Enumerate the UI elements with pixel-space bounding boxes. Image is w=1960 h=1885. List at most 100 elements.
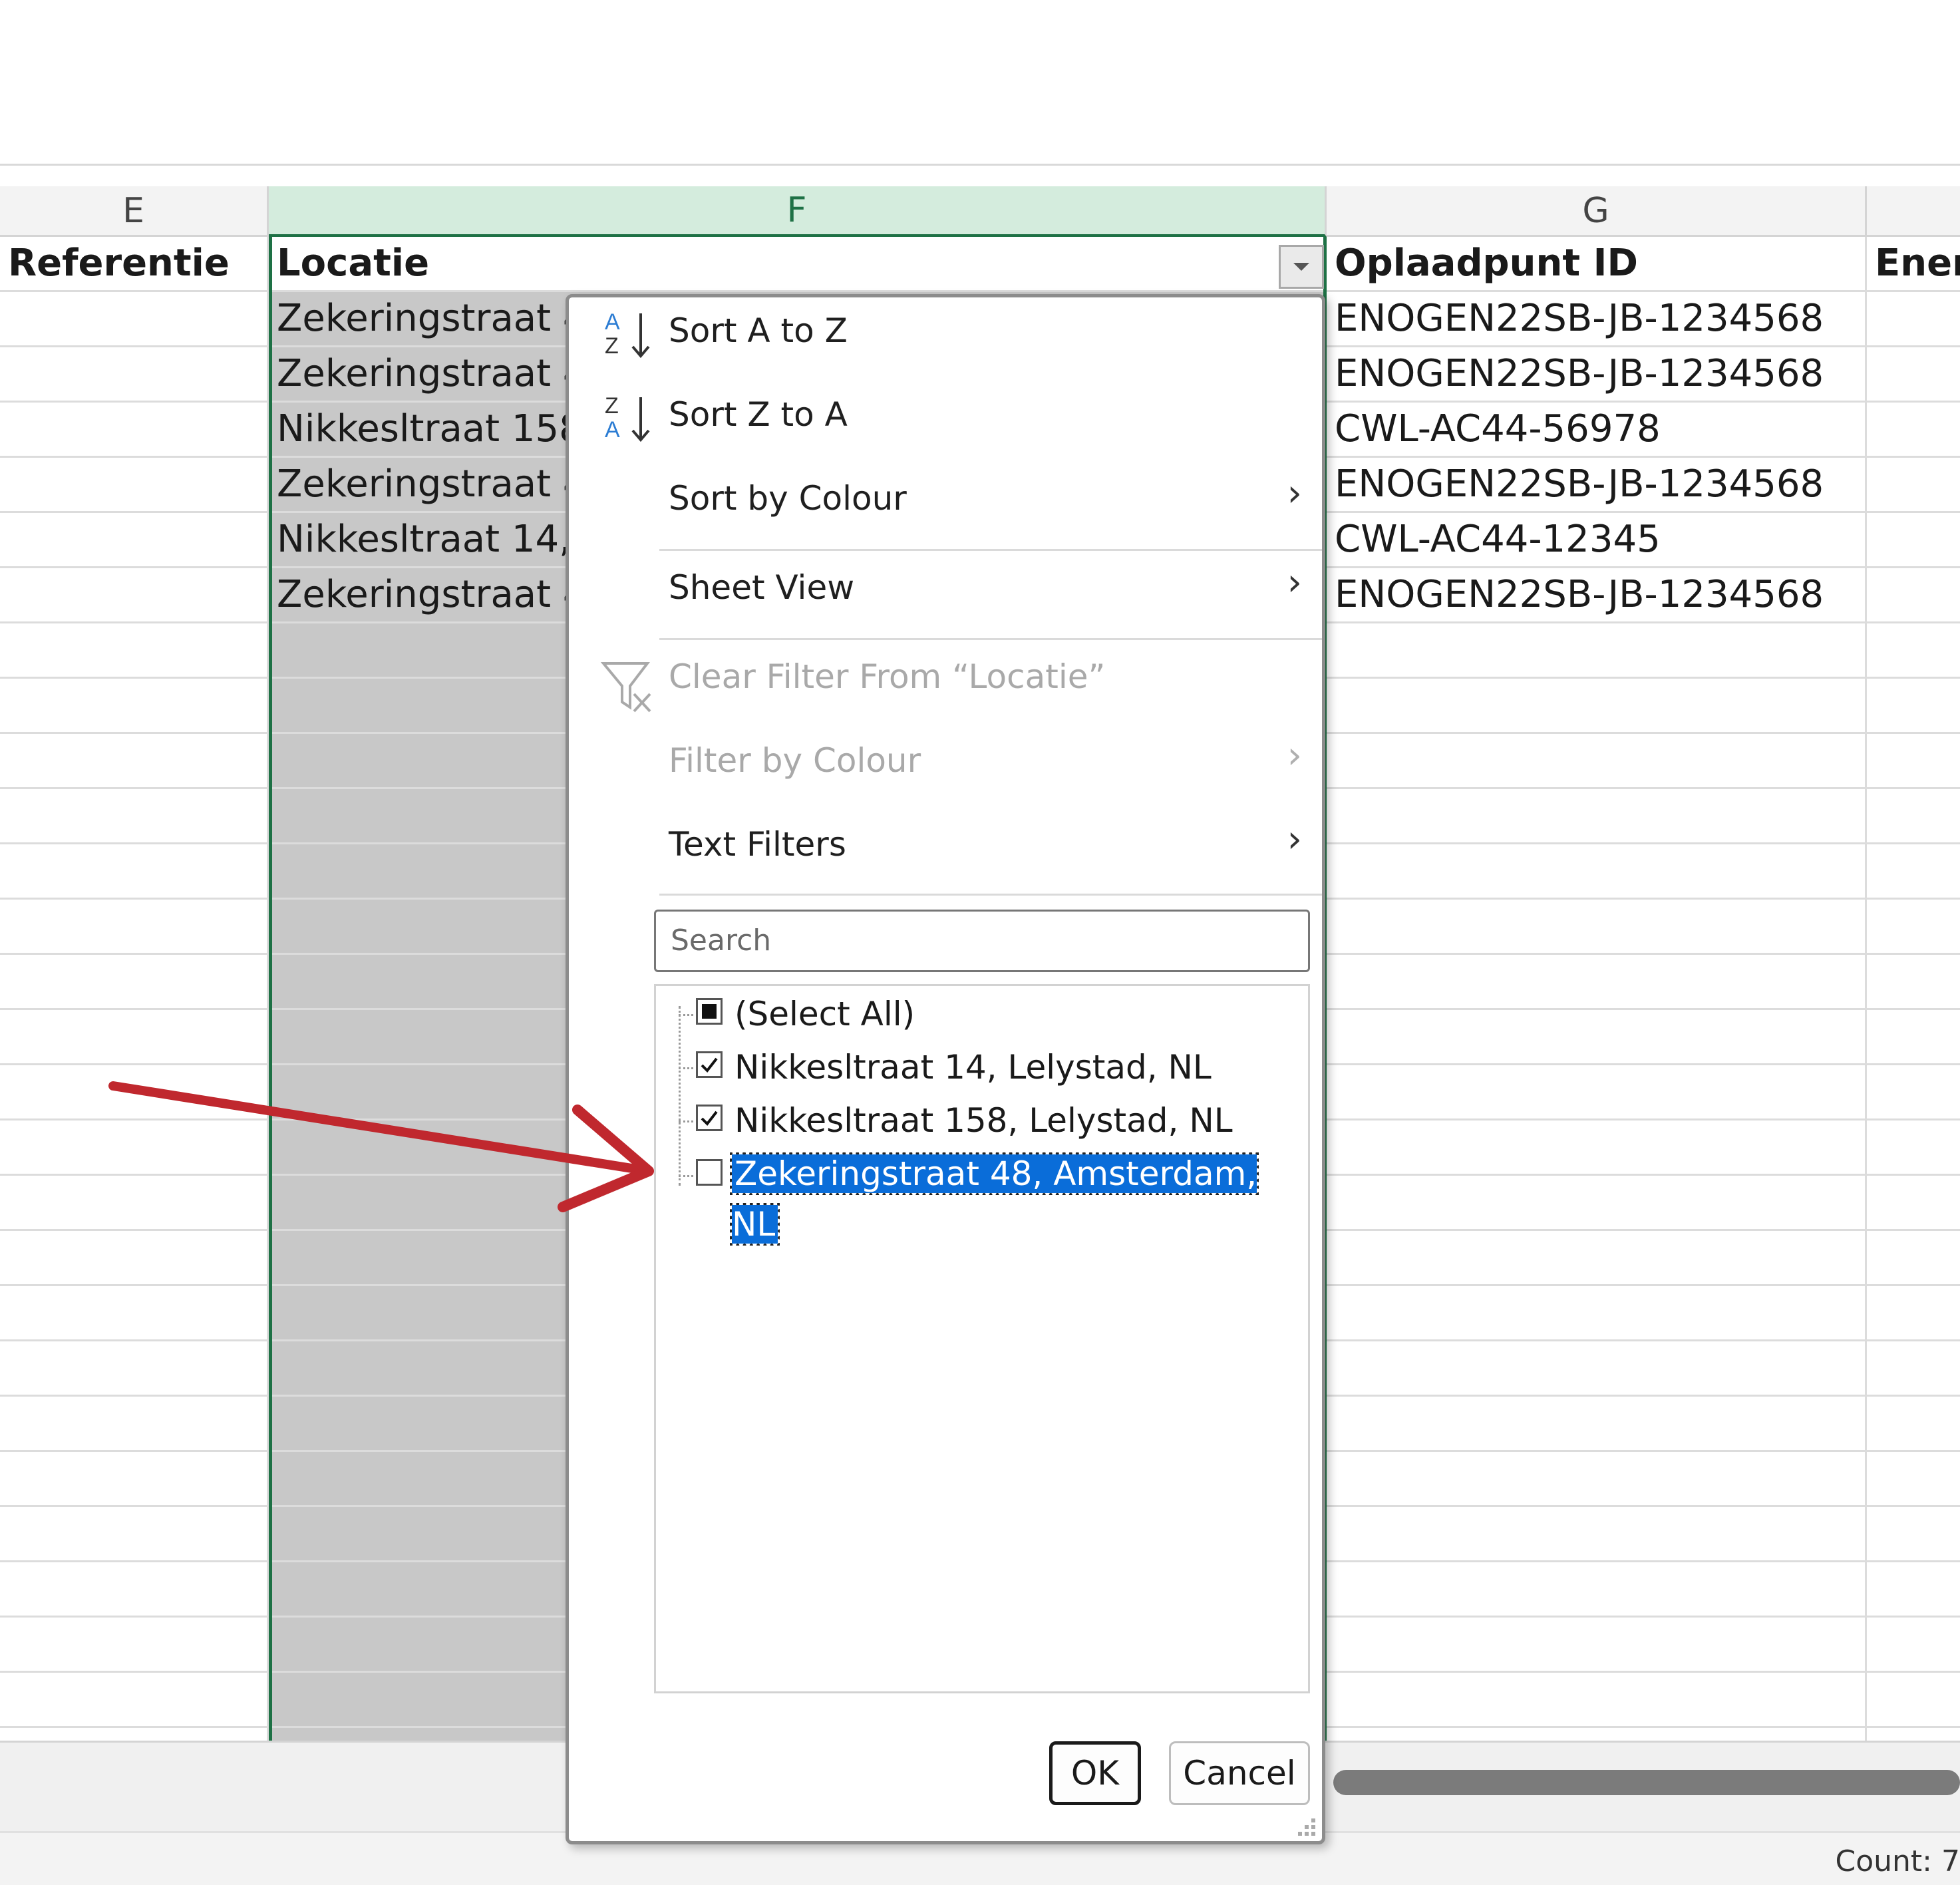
cell-oplaadpunt-id[interactable] <box>1327 1728 1867 1741</box>
cell-referentie[interactable] <box>0 1341 269 1397</box>
cell-energie[interactable] <box>1867 623 1960 679</box>
cell-oplaadpunt-id[interactable]: ENOGEN22SB-JB-1234568 <box>1327 292 1867 347</box>
cell-referentie[interactable] <box>0 292 269 347</box>
cell-energie[interactable] <box>1867 458 1960 513</box>
list-item-selected[interactable]: Zekeringstraat 48, Amsterdam, NL <box>729 1148 1308 1246</box>
menu-sort-by-colour[interactable]: Sort by Colour <box>669 465 907 532</box>
cell-oplaadpunt-id[interactable] <box>1327 1010 1867 1065</box>
horizontal-scrollbar[interactable] <box>1333 1770 1960 1795</box>
cell-energie[interactable] <box>1867 1562 1960 1618</box>
filter-dropdown-button[interactable] <box>1279 245 1324 289</box>
cell-energie[interactable] <box>1867 1452 1960 1507</box>
cell-oplaadpunt-id[interactable] <box>1327 1120 1867 1176</box>
cell-referentie[interactable] <box>0 1065 269 1120</box>
cell-oplaadpunt-id[interactable] <box>1327 1507 1867 1562</box>
cell-referentie-header[interactable]: Referentie <box>0 237 269 292</box>
cell-energie[interactable] <box>1867 1673 1960 1728</box>
cell-oplaadpunt-id[interactable]: CWL-AC44-12345 <box>1327 513 1867 568</box>
cell-energie[interactable] <box>1867 513 1960 568</box>
resize-grip-icon[interactable] <box>1294 1814 1318 1838</box>
cell-energie[interactable] <box>1867 403 1960 458</box>
cell-oplaadpunt-id[interactable] <box>1327 623 1867 679</box>
column-header-h[interactable] <box>1867 186 1960 237</box>
cell-referentie[interactable] <box>0 844 269 900</box>
cell-referentie[interactable] <box>0 1397 269 1452</box>
cell-oplaadpunt-id[interactable] <box>1327 955 1867 1010</box>
cell-referentie[interactable] <box>0 1120 269 1176</box>
cell-referentie[interactable] <box>0 1176 269 1231</box>
cell-energie[interactable] <box>1867 1397 1960 1452</box>
cell-referentie[interactable] <box>0 1562 269 1618</box>
ok-button[interactable]: OK <box>1049 1741 1141 1805</box>
cell-energie[interactable] <box>1867 1341 1960 1397</box>
cell-oplaadpunt-id[interactable] <box>1327 1231 1867 1286</box>
cell-referentie[interactable] <box>0 1507 269 1562</box>
cell-oplaadpunt-id[interactable] <box>1327 1452 1867 1507</box>
checkbox-checked[interactable] <box>696 1051 723 1078</box>
cell-oplaadpunt-id[interactable] <box>1327 789 1867 844</box>
cell-referentie[interactable] <box>0 1010 269 1065</box>
select-all-checkbox[interactable] <box>696 998 723 1025</box>
cancel-button[interactable]: Cancel <box>1169 1741 1310 1805</box>
list-item-label[interactable]: (Select All) <box>735 989 915 1041</box>
cell-oplaadpunt-id[interactable] <box>1327 844 1867 900</box>
cell-energie[interactable] <box>1867 1618 1960 1673</box>
cell-energie[interactable] <box>1867 568 1960 623</box>
cell-referentie[interactable] <box>0 1231 269 1286</box>
cell-referentie[interactable] <box>0 1728 269 1741</box>
cell-energie[interactable] <box>1867 1120 1960 1176</box>
cell-oplaadpunt-header[interactable]: Oplaadpunt ID <box>1327 237 1867 292</box>
cell-energie[interactable] <box>1867 679 1960 734</box>
cell-referentie[interactable] <box>0 679 269 734</box>
cell-oplaadpunt-id[interactable] <box>1327 900 1867 955</box>
cell-energie[interactable] <box>1867 292 1960 347</box>
cell-energie[interactable] <box>1867 1010 1960 1065</box>
cell-referentie[interactable] <box>0 789 269 844</box>
column-header-f[interactable]: F <box>269 186 1327 237</box>
menu-sort-z-to-a[interactable]: Sort Z to A <box>669 381 848 448</box>
cell-referentie[interactable] <box>0 900 269 955</box>
column-header-g[interactable]: G <box>1327 186 1867 237</box>
cell-oplaadpunt-id[interactable] <box>1327 1065 1867 1120</box>
cell-oplaadpunt-id[interactable] <box>1327 1341 1867 1397</box>
checkbox-unchecked[interactable] <box>696 1159 723 1186</box>
cell-energie[interactable] <box>1867 955 1960 1010</box>
cell-referentie[interactable] <box>0 347 269 403</box>
cell-oplaadpunt-id[interactable] <box>1327 1562 1867 1618</box>
cell-oplaadpunt-id[interactable] <box>1327 1618 1867 1673</box>
cell-energie[interactable] <box>1867 789 1960 844</box>
cell-oplaadpunt-id[interactable]: ENOGEN22SB-JB-1234568 <box>1327 458 1867 513</box>
cell-energie[interactable] <box>1867 1728 1960 1741</box>
cell-referentie[interactable] <box>0 734 269 789</box>
cell-energie[interactable] <box>1867 900 1960 955</box>
cell-referentie[interactable] <box>0 458 269 513</box>
column-header-e[interactable]: E <box>0 186 269 237</box>
cell-referentie[interactable] <box>0 1673 269 1728</box>
list-item-label[interactable]: Nikkesltraat 158, Lelystad, NL <box>735 1095 1233 1147</box>
cell-energie[interactable] <box>1867 1231 1960 1286</box>
cell-referentie[interactable] <box>0 513 269 568</box>
cell-oplaadpunt-id[interactable]: ENOGEN22SB-JB-1234568 <box>1327 347 1867 403</box>
cell-oplaadpunt-id[interactable] <box>1327 679 1867 734</box>
cell-referentie[interactable] <box>0 403 269 458</box>
cell-referentie[interactable] <box>0 1452 269 1507</box>
cell-referentie[interactable] <box>0 623 269 679</box>
cell-oplaadpunt-id[interactable] <box>1327 734 1867 789</box>
cell-referentie[interactable] <box>0 955 269 1010</box>
cell-referentie[interactable] <box>0 1618 269 1673</box>
cell-referentie[interactable] <box>0 1286 269 1341</box>
cell-energie[interactable] <box>1867 1286 1960 1341</box>
list-item-label[interactable]: Nikkesltraat 14, Lelystad, NL <box>735 1042 1212 1094</box>
cell-oplaadpunt-id[interactable] <box>1327 1286 1867 1341</box>
cell-energie[interactable] <box>1867 1065 1960 1120</box>
cell-oplaadpunt-id[interactable]: CWL-AC44-56978 <box>1327 403 1867 458</box>
menu-sort-a-to-z[interactable]: Sort A to Z <box>669 297 848 364</box>
menu-filter-by-colour[interactable]: Filter by Colour <box>669 727 921 794</box>
cell-energie[interactable] <box>1867 1507 1960 1562</box>
cell-oplaadpunt-id[interactable] <box>1327 1673 1867 1728</box>
menu-sheet-view[interactable]: Sheet View <box>669 554 854 621</box>
cell-referentie[interactable] <box>0 568 269 623</box>
cell-oplaadpunt-id[interactable]: ENOGEN22SB-JB-1234568 <box>1327 568 1867 623</box>
cell-energie[interactable] <box>1867 347 1960 403</box>
cell-energie[interactable] <box>1867 734 1960 789</box>
